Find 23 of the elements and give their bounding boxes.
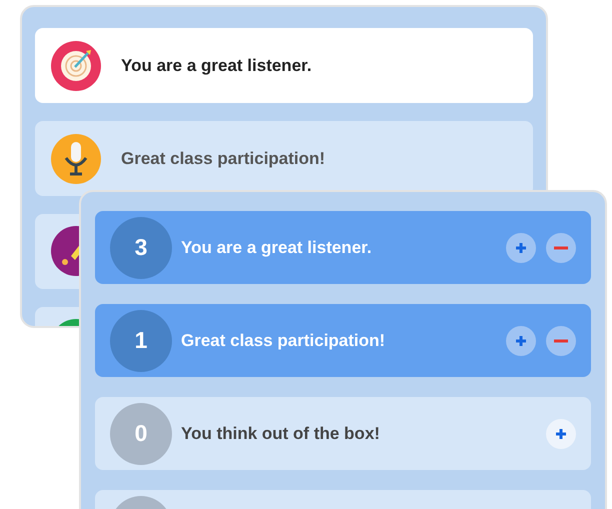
add-button[interactable] bbox=[546, 418, 576, 448]
award-row[interactable]: Great class participation! bbox=[35, 121, 533, 196]
count-badge: 3 bbox=[110, 216, 172, 278]
plus-icon bbox=[555, 428, 567, 440]
minus-icon bbox=[554, 338, 568, 342]
award-label: You are a great listener. bbox=[121, 54, 312, 77]
award-label: Great class participation! bbox=[181, 330, 386, 352]
minus-icon bbox=[554, 246, 568, 250]
plus-icon bbox=[515, 334, 527, 346]
count-badge: 1 bbox=[110, 310, 172, 372]
microphone-icon bbox=[51, 134, 101, 184]
target-icon bbox=[51, 40, 101, 90]
award-label: You think out of the box! bbox=[181, 422, 380, 445]
count-badge: 0 bbox=[110, 402, 172, 464]
award-label: You are a great listener. bbox=[181, 236, 372, 259]
remove-button[interactable] bbox=[546, 326, 576, 356]
award-row[interactable]: You are a great listener. bbox=[35, 28, 533, 103]
add-button[interactable] bbox=[506, 326, 536, 356]
remove-button[interactable] bbox=[546, 232, 576, 262]
award-row[interactable] bbox=[35, 214, 79, 289]
plus-icon bbox=[515, 242, 527, 254]
add-button[interactable] bbox=[506, 232, 536, 262]
award-label: Great class participation! bbox=[121, 148, 326, 170]
